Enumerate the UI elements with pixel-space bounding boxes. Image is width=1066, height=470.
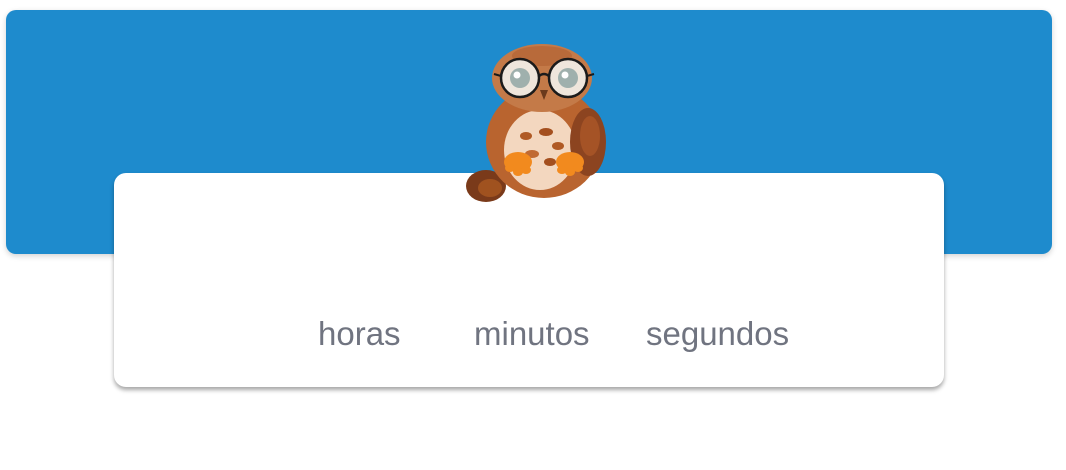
minutes-label: minutos — [474, 315, 590, 352]
seconds-label: segundos — [646, 315, 790, 352]
countdown-widget: horas minutos segundos — [0, 0, 1066, 470]
hours-label: horas — [318, 315, 401, 352]
owl-icon — [462, 38, 622, 210]
